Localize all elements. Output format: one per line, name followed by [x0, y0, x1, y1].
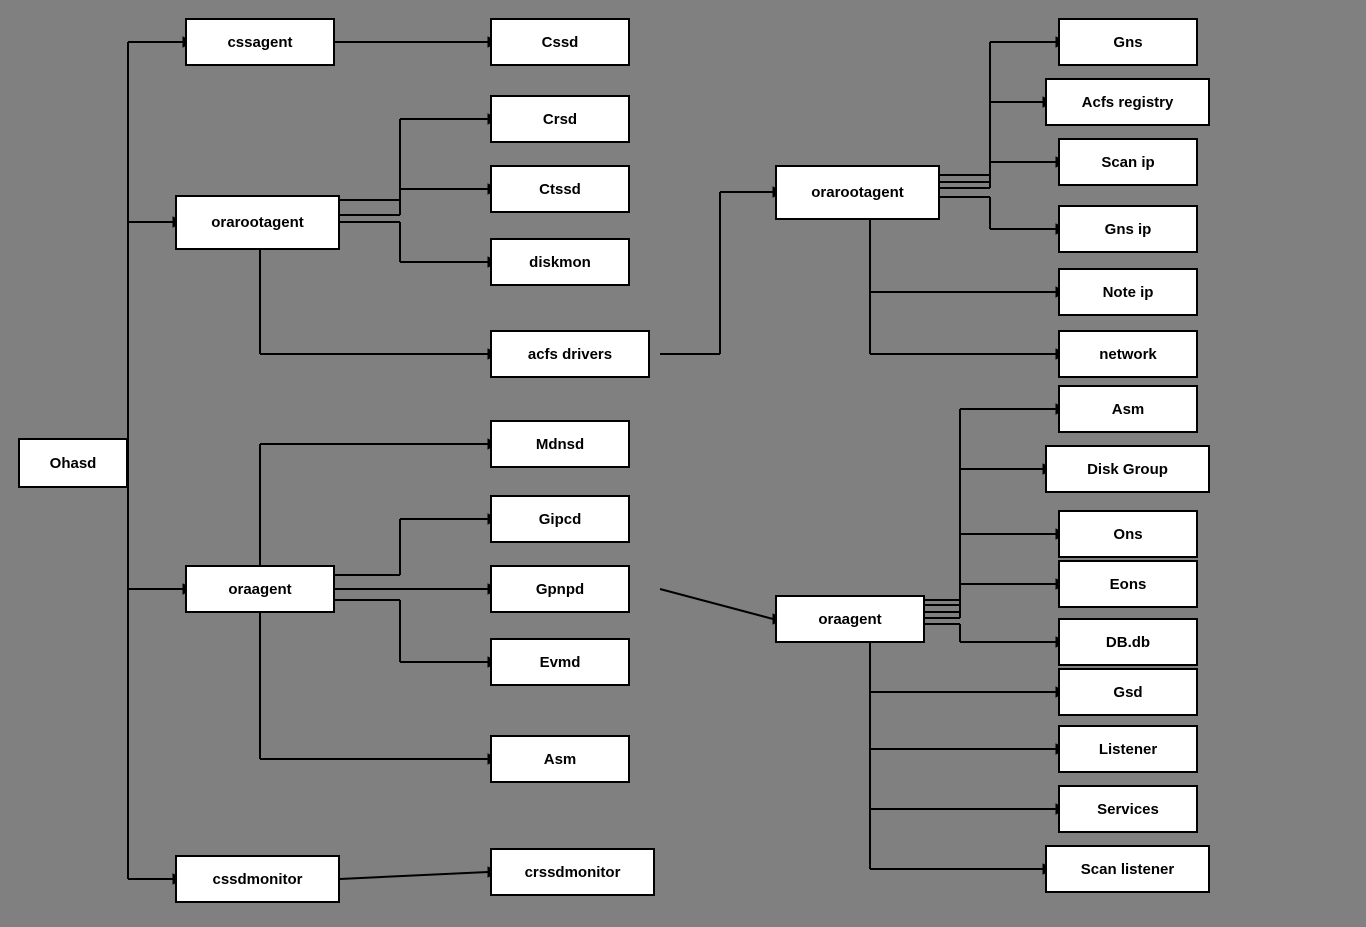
- node-ohasd: Ohasd: [18, 438, 128, 488]
- node-gns-label: Gns: [1113, 34, 1142, 51]
- node-ctssd: Ctssd: [490, 165, 630, 213]
- node-scan-listener-label: Scan listener: [1081, 861, 1174, 878]
- node-gns-ip-label: Gns ip: [1105, 221, 1152, 238]
- node-gns: Gns: [1058, 18, 1198, 66]
- node-crssdmonitor: crssdmonitor: [490, 848, 655, 896]
- node-evmd-label: Evmd: [540, 654, 581, 671]
- node-note-ip-label: Note ip: [1103, 284, 1154, 301]
- node-oraagent-left-label: oraagent: [228, 581, 291, 598]
- node-oraagent-right: oraagent: [775, 595, 925, 643]
- node-evmd: Evmd: [490, 638, 630, 686]
- node-crsd: Crsd: [490, 95, 630, 143]
- node-mdnsd-label: Mdnsd: [536, 436, 584, 453]
- node-orarootagent-left: orarootagent: [175, 195, 340, 250]
- node-ohasd-label: Ohasd: [50, 455, 97, 472]
- node-services: Services: [1058, 785, 1198, 833]
- node-diskmon-label: diskmon: [529, 254, 591, 271]
- node-disk-group: Disk Group: [1045, 445, 1210, 493]
- node-acfs-registry: Acfs registry: [1045, 78, 1210, 126]
- node-services-label: Services: [1097, 801, 1159, 818]
- node-acfs-registry-label: Acfs registry: [1082, 94, 1174, 111]
- node-cssdmonitor: cssdmonitor: [175, 855, 340, 903]
- node-gpnpd: Gpnpd: [490, 565, 630, 613]
- node-acfs-drivers: acfs drivers: [490, 330, 650, 378]
- node-network: network: [1058, 330, 1198, 378]
- node-gipcd: Gipcd: [490, 495, 630, 543]
- node-gsd: Gsd: [1058, 668, 1198, 716]
- node-orarootagent-right: orarootagent: [775, 165, 940, 220]
- node-diskmon: diskmon: [490, 238, 630, 286]
- node-network-label: network: [1099, 346, 1157, 363]
- node-gsd-label: Gsd: [1113, 684, 1142, 701]
- node-gipcd-label: Gipcd: [539, 511, 582, 528]
- node-scan-ip: Scan ip: [1058, 138, 1198, 186]
- diagram: Ohasd cssagent orarootagent oraagent css…: [0, 0, 1366, 927]
- node-cssagent-label: cssagent: [227, 34, 292, 51]
- node-gpnpd-label: Gpnpd: [536, 581, 584, 598]
- node-db-db: DB.db: [1058, 618, 1198, 666]
- node-cssd: Cssd: [490, 18, 630, 66]
- node-disk-group-label: Disk Group: [1087, 461, 1168, 478]
- node-scan-ip-label: Scan ip: [1101, 154, 1154, 171]
- node-cssagent: cssagent: [185, 18, 335, 66]
- node-listener: Listener: [1058, 725, 1198, 773]
- node-asm-left: Asm: [490, 735, 630, 783]
- node-oraagent-right-label: oraagent: [818, 611, 881, 628]
- node-ctssd-label: Ctssd: [539, 181, 581, 198]
- node-orarootagent-left-label: orarootagent: [211, 214, 304, 231]
- node-asm-right: Asm: [1058, 385, 1198, 433]
- node-cssdmonitor-label: cssdmonitor: [212, 871, 302, 888]
- node-gns-ip: Gns ip: [1058, 205, 1198, 253]
- node-crsd-label: Crsd: [543, 111, 577, 128]
- node-eons-label: Eons: [1110, 576, 1147, 593]
- node-scan-listener: Scan listener: [1045, 845, 1210, 893]
- node-cssd-label: Cssd: [542, 34, 579, 51]
- node-crssdmonitor-label: crssdmonitor: [525, 864, 621, 881]
- node-db-db-label: DB.db: [1106, 634, 1150, 651]
- node-ons-label: Ons: [1113, 526, 1142, 543]
- node-asm-left-label: Asm: [544, 751, 577, 768]
- node-asm-right-label: Asm: [1112, 401, 1145, 418]
- node-orarootagent-right-label: orarootagent: [811, 184, 904, 201]
- node-listener-label: Listener: [1099, 741, 1157, 758]
- node-oraagent-left: oraagent: [185, 565, 335, 613]
- node-eons: Eons: [1058, 560, 1198, 608]
- node-mdnsd: Mdnsd: [490, 420, 630, 468]
- node-ons: Ons: [1058, 510, 1198, 558]
- node-note-ip: Note ip: [1058, 268, 1198, 316]
- node-acfs-drivers-label: acfs drivers: [528, 346, 612, 363]
